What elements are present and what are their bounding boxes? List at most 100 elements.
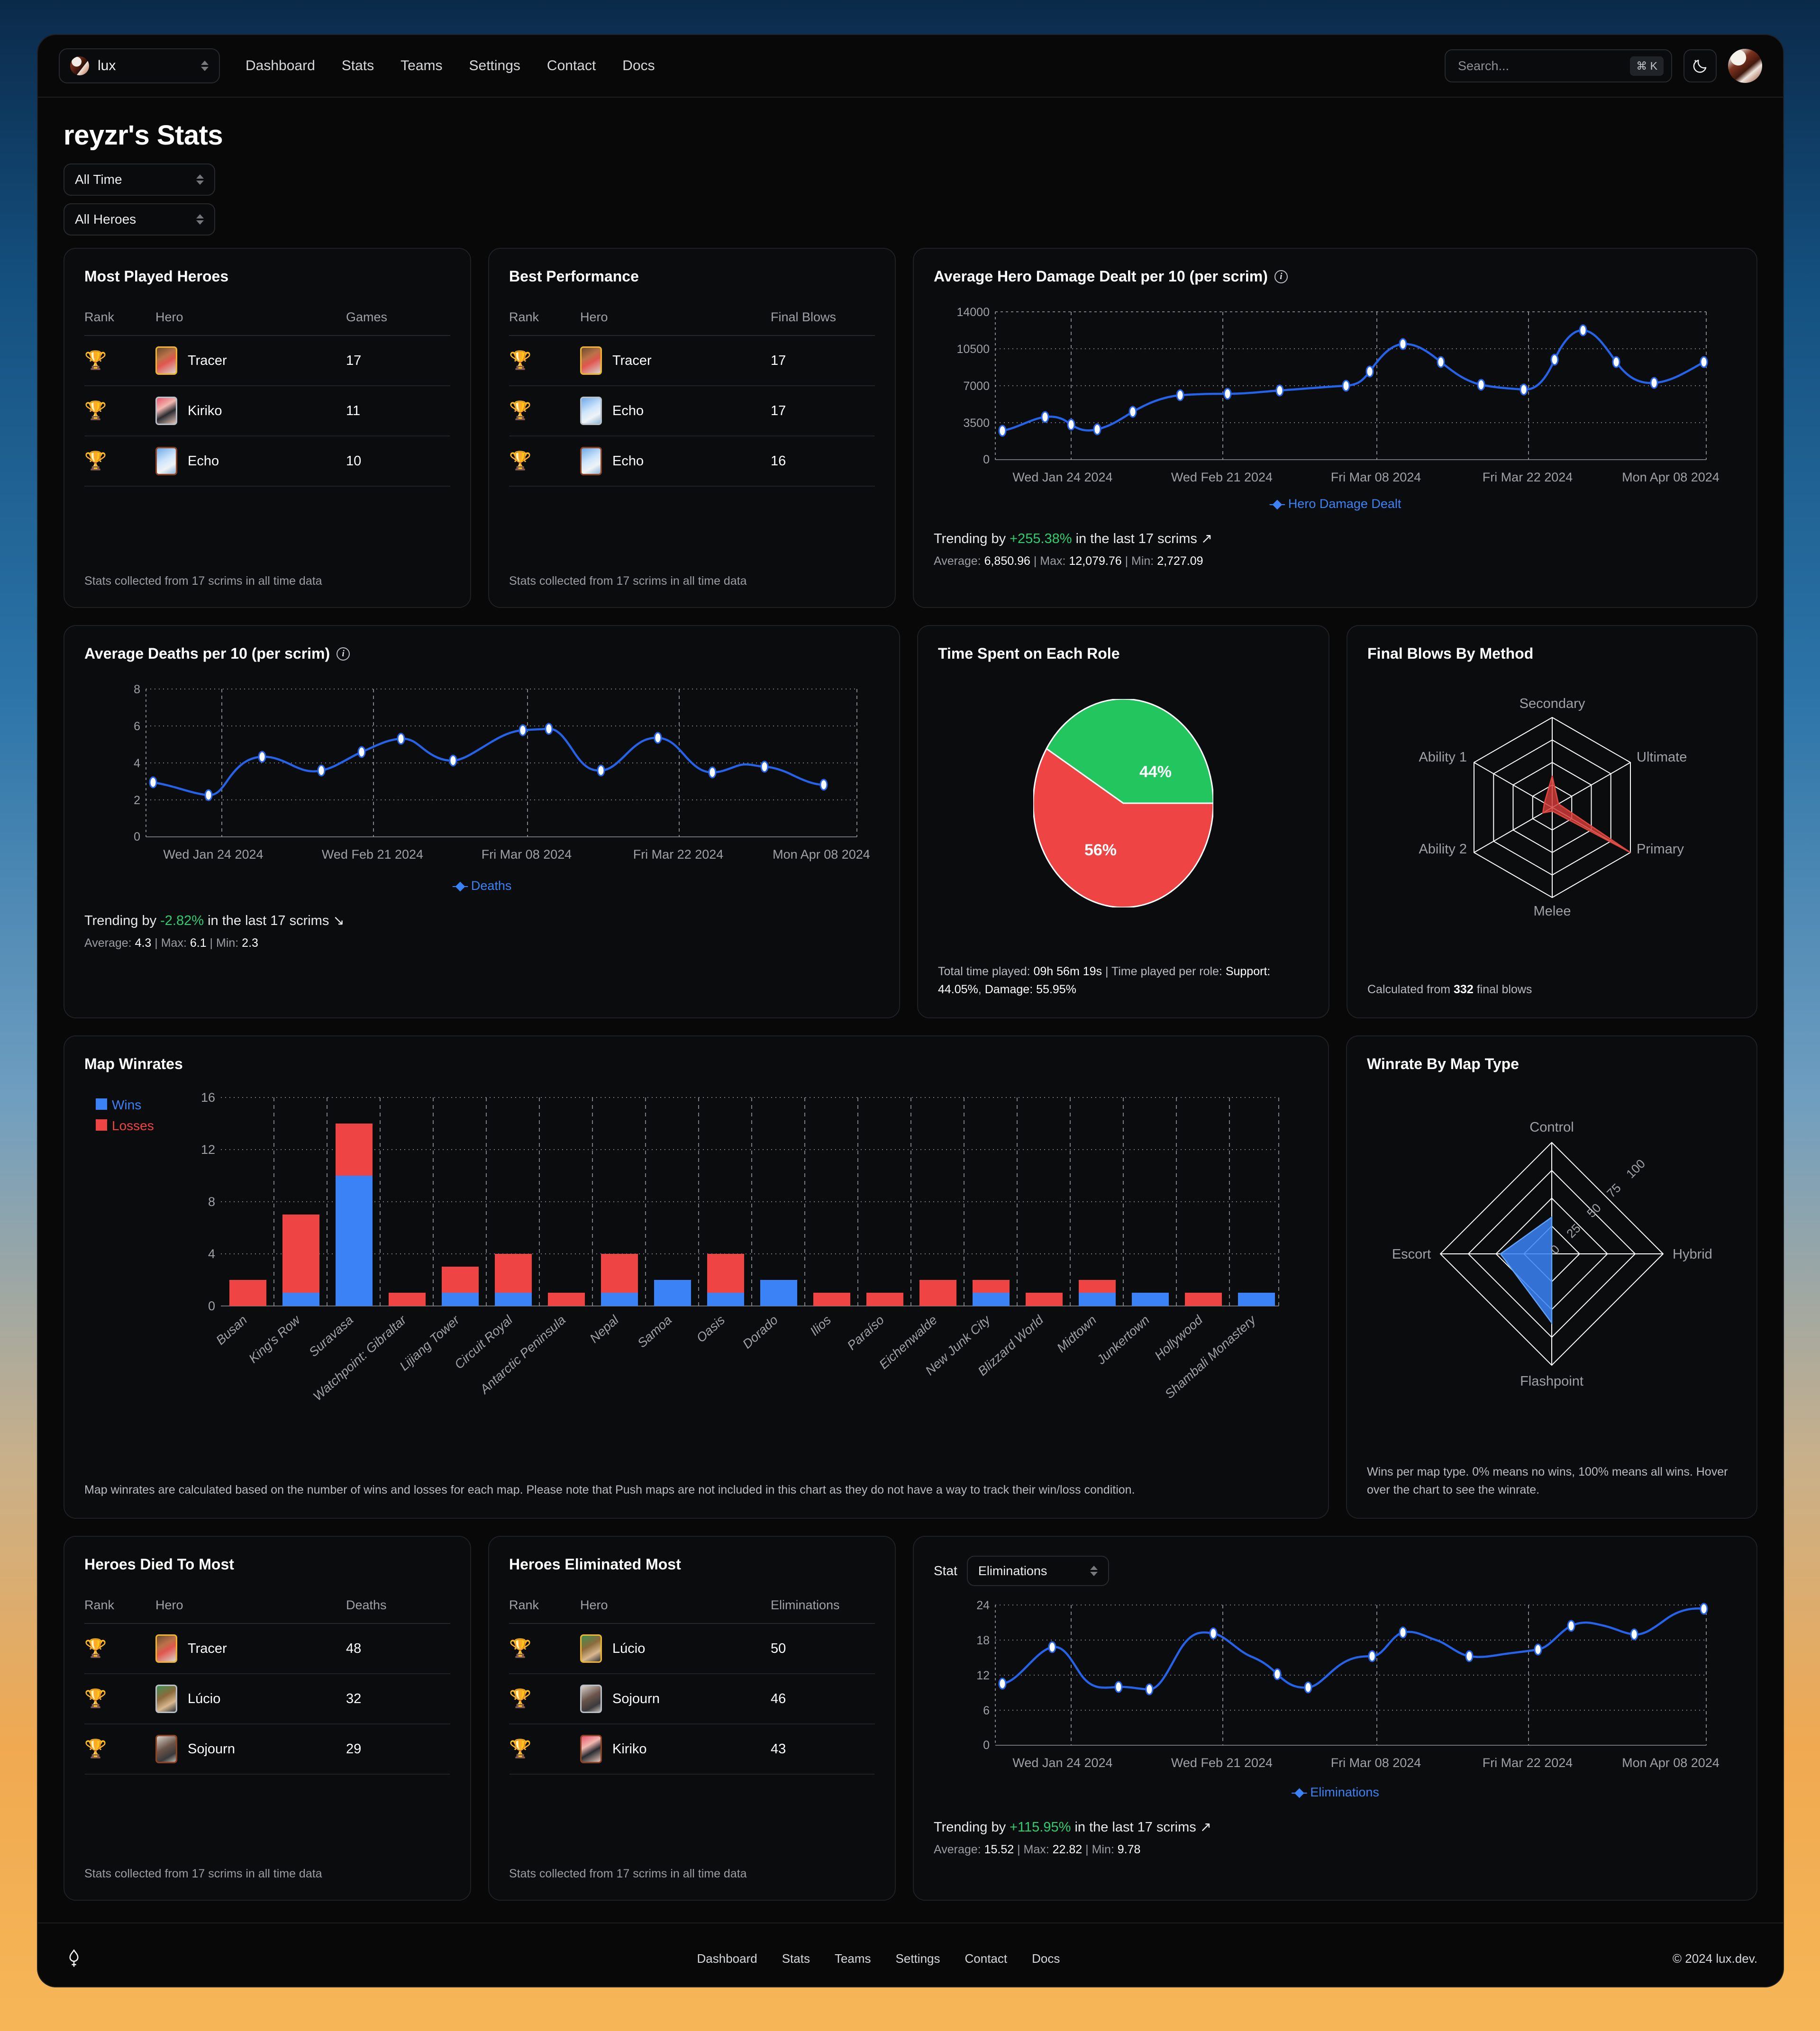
stat-max-label: | Max: — [1030, 554, 1069, 568]
svg-text:2: 2 — [134, 794, 140, 807]
legend-marker-icon: -◆- — [452, 879, 469, 893]
chevron-updown-icon — [196, 174, 204, 185]
info-icon[interactable]: i — [1274, 270, 1288, 283]
x-tick-label: Midtown — [1054, 1313, 1099, 1355]
trend-value: +255.38% — [1010, 531, 1072, 546]
legend-label: Hero Damage Dealt — [1288, 497, 1401, 511]
svg-text:Wed Jan 24 2024: Wed Jan 24 2024 — [1012, 470, 1112, 484]
stat-average-value: 15.52 — [984, 1843, 1014, 1856]
trend-arrow-icon: ↗ — [1200, 1820, 1212, 1835]
table-header-row: Rank Hero Final Blows — [509, 310, 875, 336]
stat-max-label: | Max: — [151, 936, 190, 950]
footer-link-docs[interactable]: Docs — [1032, 1951, 1060, 1966]
trend-value: +115.95% — [1010, 1820, 1071, 1835]
footer-link-dashboard[interactable]: Dashboard — [697, 1951, 757, 1966]
col-deaths: Deaths — [346, 1598, 450, 1624]
most-played-heroes-card: Most Played Heroes Rank Hero Games 🏆 Tra… — [64, 248, 471, 608]
role-pie-chart[interactable]: 44% 56% — [938, 662, 1309, 944]
card-title: Average Hero Damage Dealt per 10 (per sc… — [934, 268, 1737, 285]
card-title: Heroes Died To Most — [84, 1556, 234, 1573]
app-window: lux Dashboard Stats Teams Settings Conta… — [37, 34, 1784, 1987]
table-row: 🏆 Echo 17 — [509, 386, 875, 436]
radar-scale-100: 100 — [1623, 1156, 1648, 1181]
hero-final-blows: 16 — [771, 436, 875, 487]
svg-text:6: 6 — [134, 720, 140, 733]
nav-link-stats[interactable]: Stats — [342, 58, 374, 74]
col-hero: Hero — [580, 1598, 771, 1624]
nav-link-docs[interactable]: Docs — [622, 58, 655, 74]
svg-text:14000: 14000 — [956, 306, 990, 319]
table-header-row: Rank Hero Eliminations — [509, 1598, 875, 1624]
stat-min-value: 2.3 — [242, 936, 258, 950]
info-icon[interactable]: i — [337, 647, 350, 661]
x-tick-label: Busan — [213, 1313, 250, 1348]
nav-link-teams[interactable]: Teams — [400, 58, 442, 74]
footer-link-teams[interactable]: Teams — [835, 1951, 871, 1966]
chart-legend[interactable]: -◆- Eliminations — [934, 1785, 1737, 1800]
hero-name: Echo — [612, 453, 644, 469]
chart-legend[interactable]: -◆- Hero Damage Dealt — [934, 497, 1737, 511]
x-tick-label: Shambali Monastery — [1162, 1312, 1259, 1401]
svg-text:12: 12 — [201, 1142, 215, 1157]
time-range-select[interactable]: All Time — [64, 163, 215, 196]
x-tick-label: Hollywood — [1152, 1313, 1205, 1363]
table-header-row: Rank Hero Games — [84, 310, 450, 336]
bar-group — [229, 1124, 1275, 1306]
x-tick-label: Samoa — [635, 1313, 674, 1351]
svg-text:6: 6 — [983, 1704, 990, 1717]
average-deaths-chart-card: Average Deaths per 10 (per scrim) i 8 6 … — [64, 625, 900, 1018]
legend-label: Eliminations — [1310, 1785, 1379, 1799]
card-footnote: Stats collected from 17 scrims in all ti… — [84, 1867, 322, 1880]
theme-toggle-button[interactable] — [1684, 49, 1717, 82]
card-footnote: Stats collected from 17 scrims in all ti… — [84, 574, 322, 588]
map-winrates-bar-chart[interactable]: Wins Losses 16 12 8 4 0 Busan King's Row… — [84, 1089, 1308, 1411]
svg-text:Wed Feb 21 2024: Wed Feb 21 2024 — [322, 847, 423, 861]
avatar[interactable] — [1728, 49, 1762, 83]
search-placeholder: Search... — [1458, 58, 1510, 73]
nav-link-dashboard[interactable]: Dashboard — [246, 58, 315, 74]
nav-link-contact[interactable]: Contact — [547, 58, 596, 74]
hero-portrait-icon — [580, 397, 602, 425]
map-winrates-card: Map Winrates Wins Losses 16 12 8 4 0 Bus… — [64, 1035, 1329, 1519]
winrate-map-type-radar-chart[interactable]: Control Hybrid Flashpoint Escort 0 25 50… — [1367, 1073, 1737, 1444]
chevron-updown-icon — [201, 61, 209, 71]
radar-scale-50: 50 — [1584, 1201, 1604, 1221]
trophy-gold-icon: 🏆 — [84, 350, 107, 371]
svg-text:8: 8 — [208, 1195, 215, 1209]
hero-final-blows: 17 — [771, 386, 875, 436]
col-rank: Rank — [84, 1598, 155, 1624]
footer-link-stats[interactable]: Stats — [782, 1951, 810, 1966]
eliminations-line-chart[interactable]: 24 18 12 6 0 Wed Jan 24 2024 Wed Feb 21 … — [934, 1598, 1737, 1778]
trend-summary: Trending by +255.38% in the last 17 scri… — [934, 530, 1737, 547]
final-blows-radar-chart[interactable]: Secondary Ultimate Primary Melee Ability… — [1367, 662, 1737, 962]
table-row: 🏆 Echo 16 — [509, 436, 875, 487]
svg-text:Fri Mar 08 2024: Fri Mar 08 2024 — [482, 847, 572, 861]
table-row: 🏆 Echo 10 — [84, 436, 450, 487]
org-switcher[interactable]: lux — [59, 48, 220, 83]
nav-link-settings[interactable]: Settings — [469, 58, 520, 74]
footer-link-contact[interactable]: Contact — [965, 1951, 1008, 1966]
stat-max-value: 22.82 — [1052, 1843, 1083, 1856]
top-navigation-bar: lux Dashboard Stats Teams Settings Conta… — [38, 35, 1783, 98]
svg-text:Mon Apr 08 2024: Mon Apr 08 2024 — [1622, 1756, 1720, 1770]
stat-select[interactable]: Eliminations — [966, 1556, 1109, 1586]
svg-text:Wed Jan 24 2024: Wed Jan 24 2024 — [1012, 1756, 1112, 1770]
hero-portrait-icon — [155, 1735, 177, 1763]
x-tick-label: Ilios — [807, 1313, 834, 1338]
stat-average-label: Average: — [934, 554, 984, 568]
footer-link-settings[interactable]: Settings — [896, 1951, 940, 1966]
average-deaths-line-chart[interactable]: 86 420 Wed Jan 24 2024 Wed Feb 21 2024 F… — [84, 682, 879, 872]
trend-arrow-icon: ↘ — [333, 913, 345, 928]
final-blows-footnote: Calculated from 332 final blows — [1367, 962, 1737, 999]
search-input[interactable]: Search... ⌘ K — [1445, 49, 1672, 82]
stat-min-value: 2,727.09 — [1157, 554, 1203, 568]
svg-text:Fri Mar 22 2024: Fri Mar 22 2024 — [633, 847, 724, 861]
hero-damage-line-chart[interactable]: 14000 10500 7000 3500 0 Wed Jan 24 2024 … — [934, 305, 1737, 490]
hero-filter-select[interactable]: All Heroes — [64, 203, 215, 236]
card-title: Winrate By Map Type — [1367, 1055, 1519, 1072]
svg-text:Fri Mar 22 2024: Fri Mar 22 2024 — [1483, 1756, 1573, 1770]
stat-average-label: Average: — [934, 1843, 984, 1856]
chart-legend[interactable]: -◆- Deaths — [84, 879, 879, 893]
table-row: 🏆 Sojourn 46 — [509, 1674, 875, 1724]
svg-text:0: 0 — [134, 830, 140, 843]
